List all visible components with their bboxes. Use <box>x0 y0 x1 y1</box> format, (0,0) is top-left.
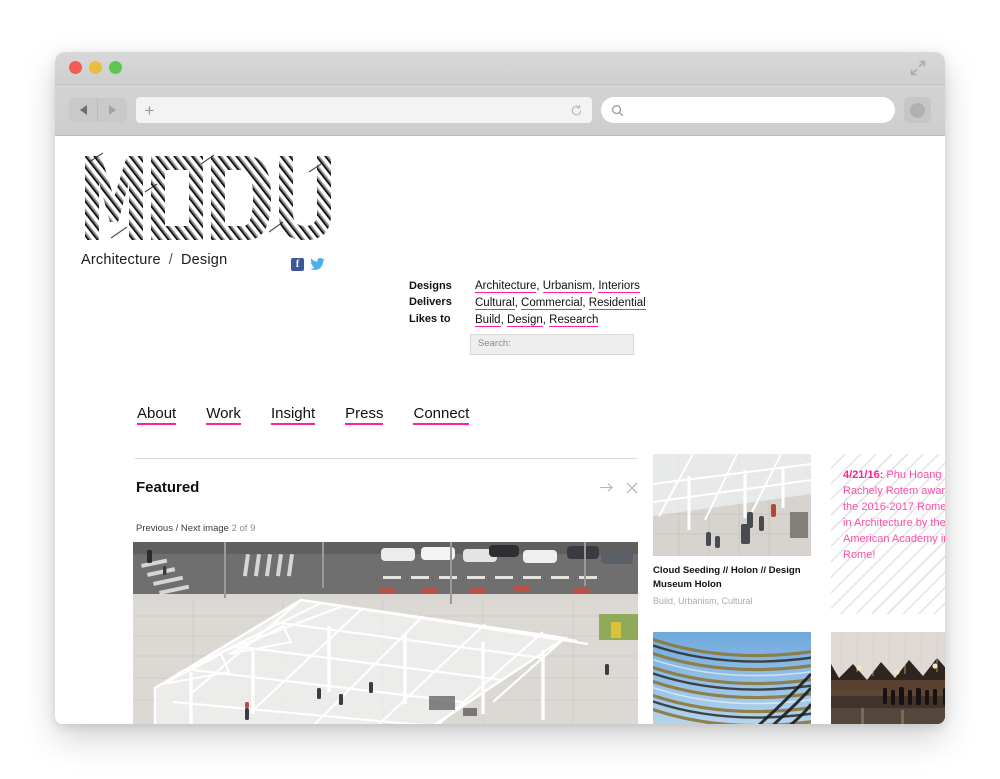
link-interiors[interactable]: Interiors <box>598 280 640 293</box>
featured-counter: 2 of 9 <box>231 523 256 534</box>
main-navigation: About Work Insight Press Connect <box>137 405 470 425</box>
close-window-button[interactable] <box>69 61 82 74</box>
header-label-designs: Designs <box>409 280 452 292</box>
social-links: f <box>291 258 325 271</box>
tagline-design: Design <box>181 252 228 268</box>
browser-titlebar <box>55 52 945 85</box>
card-cloud-seeding[interactable]: Cloud Seeding // Holon // Design Museum … <box>653 454 811 614</box>
site-search-placeholder: Search: <box>478 338 511 349</box>
featured-pagination[interactable]: Previous / Next image 2 of 9 <box>136 523 255 534</box>
divider <box>135 458 637 459</box>
link-architecture[interactable]: Architecture <box>475 280 537 293</box>
header-link-columns: Designs Delivers Likes to Architecture, … <box>409 278 646 329</box>
featured-header: Featured <box>136 479 638 496</box>
header-label-likes-to: Likes to <box>409 312 451 325</box>
back-arrow-icon <box>79 105 87 115</box>
site-header: Architecture / Design <box>55 136 945 268</box>
news-card-text: 4/21/16: Phu Hoang and Rachely Rotem awa… <box>831 454 945 576</box>
site-tagline: Architecture / Design <box>81 252 945 268</box>
card-carbon-fiber[interactable]: Carbon Fiber Workshops // Sydney // Univ… <box>653 632 811 724</box>
featured-title: Featured <box>136 479 200 496</box>
new-tab-icon[interactable]: + <box>145 102 155 119</box>
featured-image[interactable] <box>133 542 638 724</box>
link-build[interactable]: Build <box>475 314 501 328</box>
nav-item-connect[interactable]: Connect <box>413 405 470 425</box>
modu-logo[interactable] <box>81 152 331 244</box>
card-tags: Build, Urbanism, Cultural <box>653 596 753 607</box>
zoom-window-button[interactable] <box>109 61 122 74</box>
nav-buttons <box>69 98 127 122</box>
header-label-delivers: Delivers <box>409 296 452 309</box>
card-thumbnail[interactable] <box>653 632 811 724</box>
card-thumbnail[interactable] <box>653 454 811 556</box>
window-controls <box>69 61 122 74</box>
minimize-window-button[interactable] <box>89 61 102 74</box>
browser-toolbar: + <box>55 85 945 136</box>
facebook-icon[interactable]: f <box>291 258 304 271</box>
header-labels: Designs Delivers Likes to <box>409 278 461 329</box>
header-links-row-designs: Architecture, Urbanism, Interiors <box>475 280 640 293</box>
link-research[interactable]: Research <box>549 314 599 328</box>
card-title: Cloud Seeding // Holon // Design Museum … <box>653 565 801 590</box>
link-residential[interactable]: Residential <box>588 297 646 311</box>
reload-icon[interactable] <box>570 104 583 117</box>
cards-grid: Cloud Seeding // Holon // Design Museum … <box>653 454 945 724</box>
card-air-wave[interactable]: Air Wave // Brooklyn // The Architectura… <box>831 632 945 724</box>
news-card-date: 4/21/16: <box>843 469 884 481</box>
link-commercial[interactable]: Commercial <box>521 297 583 311</box>
card-thumbnail[interactable] <box>831 632 945 724</box>
nav-item-about[interactable]: About <box>137 405 177 425</box>
cards-column: Cloud Seeding // Holon // Design Museum … <box>653 454 945 724</box>
expand-icon[interactable] <box>909 59 927 77</box>
arrow-right-icon[interactable] <box>599 482 614 493</box>
link-design[interactable]: Design <box>506 314 543 328</box>
web-page: Architecture / Design f Designs Delivers <box>55 136 945 724</box>
twitter-icon[interactable] <box>310 258 325 271</box>
screenshot-stage: + Architecture / Design f Designs Delive… <box>0 0 1000 779</box>
close-icon[interactable] <box>626 482 638 494</box>
link-urbanism[interactable]: Urbanism <box>542 280 592 293</box>
header-links-row-delivers: Cultural, Commercial, Residential <box>475 297 646 311</box>
nav-item-insight[interactable]: Insight <box>270 405 316 425</box>
featured-controls <box>599 482 638 494</box>
tagline-slash: / <box>168 252 173 268</box>
search-icon <box>611 104 624 117</box>
news-card-rome-prize[interactable]: 4/21/16: Phu Hoang and Rachely Rotem awa… <box>831 454 945 614</box>
news-card-body: Phu Hoang and Rachely Rotem awarded the … <box>843 469 945 561</box>
nav-item-work[interactable]: Work <box>206 405 241 425</box>
site-search-input[interactable]: Search: <box>470 334 634 355</box>
browser-window: + Architecture / Design f Designs Delive… <box>55 52 945 724</box>
header-links-row-likes-to: Build, Design, Research <box>475 314 599 328</box>
header-links: Architecture, Urbanism, Interiors Cultur… <box>475 278 646 329</box>
forward-arrow-icon <box>108 105 116 115</box>
link-cultural[interactable]: Cultural <box>475 297 515 311</box>
forward-button[interactable] <box>97 98 127 122</box>
browser-search-field[interactable] <box>600 97 895 123</box>
prev-next-label[interactable]: Previous / Next image <box>136 523 229 534</box>
nav-item-press[interactable]: Press <box>345 405 384 425</box>
back-button[interactable] <box>69 98 98 122</box>
tagline-architecture: Architecture <box>81 252 161 268</box>
avatar <box>909 102 925 118</box>
profile-button[interactable] <box>903 97 931 123</box>
address-bar[interactable]: + <box>135 97 592 123</box>
